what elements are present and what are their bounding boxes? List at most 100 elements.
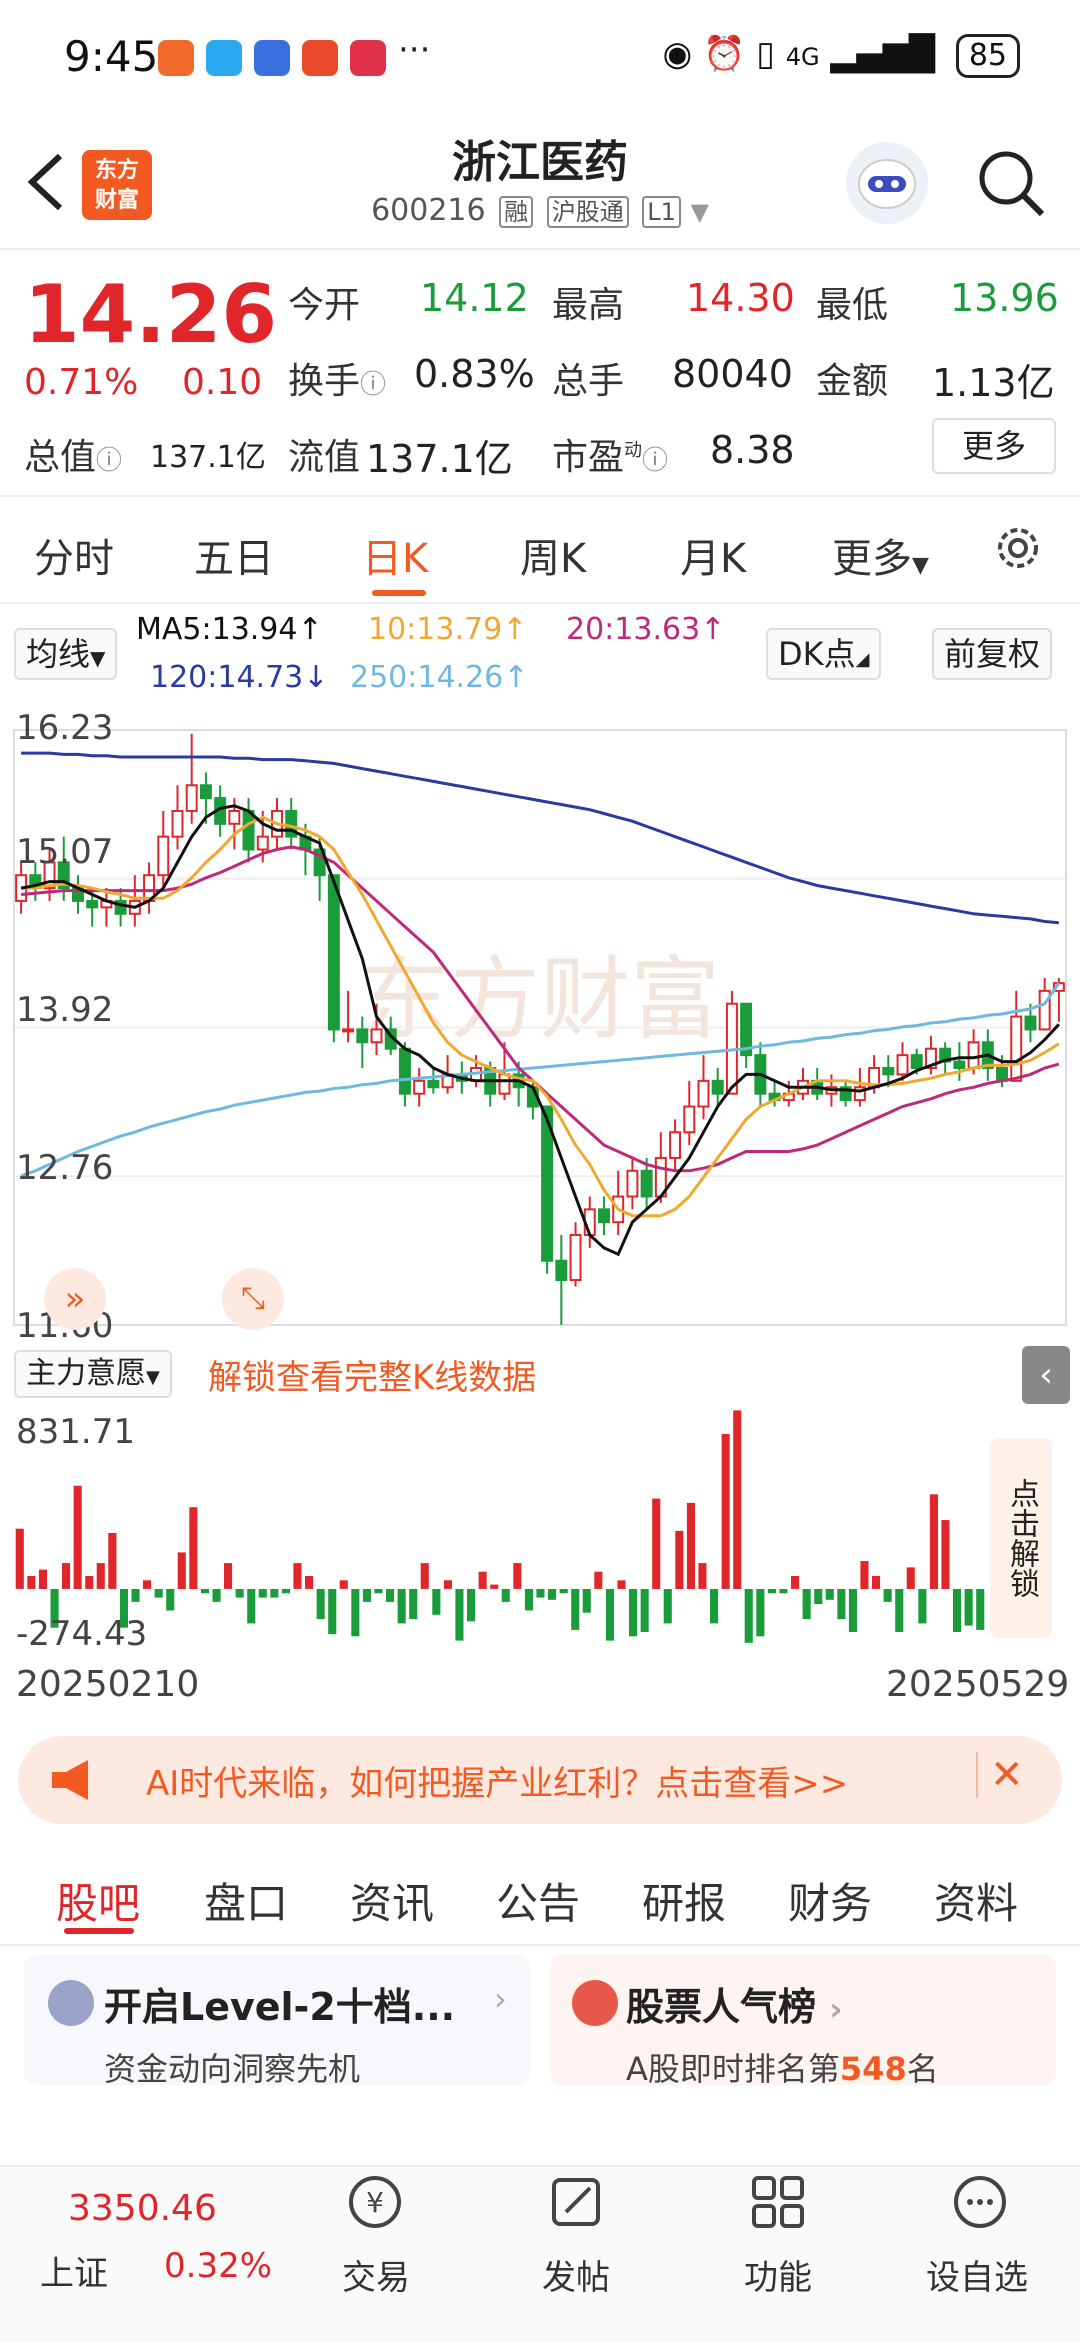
tab-weekly-k[interactable]: 周K (520, 526, 586, 584)
indicator-bar (686, 1502, 695, 1589)
candle-down (398, 1047, 411, 1095)
tab-pankou[interactable]: 盘口 (204, 1870, 288, 1931)
network-label: 4G (785, 43, 820, 71)
expand-left-icon[interactable]: » (44, 1268, 106, 1330)
level-tag: L1 (642, 196, 681, 228)
candle-up (413, 1079, 426, 1095)
collapse-arrow-icon[interactable]: ‹ (1022, 1346, 1070, 1404)
tab-announcement[interactable]: 公告 (496, 1870, 580, 1931)
pe-dynamic-mark: 动 (624, 440, 643, 461)
candle-up (669, 1131, 682, 1159)
fullscreen-icon[interactable]: ⤡ (222, 1268, 284, 1330)
hgt-tag: 沪股通 (546, 196, 629, 228)
tab-more[interactable]: 更多▼ (832, 526, 929, 584)
banner-divider (976, 1752, 978, 1798)
indicator-bar (166, 1589, 175, 1611)
stock-code: 600216 (371, 193, 486, 228)
indicator-bar (143, 1580, 152, 1589)
candle-up (896, 1054, 909, 1076)
indicator-bar (247, 1589, 256, 1624)
indicator-bar (328, 1589, 337, 1635)
pe-value: 8.38 (710, 428, 795, 472)
indicator-select[interactable]: 主力意愿▼ (14, 1350, 172, 1398)
high-value: 14.30 (686, 276, 795, 320)
more-quote-button[interactable]: 更多 (932, 418, 1056, 474)
indicator-chart[interactable] (0, 1404, 1080, 1654)
search-icon[interactable] (976, 148, 1046, 222)
indicator-bar (721, 1434, 730, 1589)
indicator-bar (767, 1589, 776, 1594)
info-icon[interactable]: ⓘ (96, 446, 122, 476)
indicator-bar (953, 1589, 962, 1632)
side-unlock-button[interactable]: 点击解锁 (990, 1438, 1052, 1638)
dropdown-icon: ▼ (912, 553, 929, 578)
turnover-value: 0.83% (414, 352, 535, 396)
level2-title: 开启Level-2十档... (104, 1985, 456, 2029)
unlock-kline-link[interactable]: 解锁查看完整K线数据 (208, 1350, 536, 1399)
banner-text[interactable]: AI时代来临，如何把握产业红利？点击查看>> (146, 1756, 848, 1805)
index-value[interactable]: 3350.46 (68, 2188, 217, 2229)
candle-down (910, 1054, 923, 1069)
nav-trade[interactable]: 交易 (342, 2250, 410, 2299)
indicator-bar (929, 1494, 938, 1589)
kline-chart[interactable]: 东方财富 (0, 700, 1080, 1350)
tab-daily-k[interactable]: 日K (362, 526, 428, 584)
candle-down (86, 899, 99, 909)
mktcap-value: 137.1亿 (150, 440, 266, 475)
candle-down (597, 1208, 610, 1224)
indicator-bar (478, 1571, 487, 1589)
candle-up (697, 1079, 710, 1108)
index-pct[interactable]: 0.32% (164, 2246, 272, 2286)
indicator-bar (316, 1589, 325, 1620)
function-icon[interactable] (748, 2172, 808, 2232)
info-icon[interactable]: ⓘ (642, 446, 668, 476)
indicator-bar (779, 1589, 788, 1594)
indicator-bar (710, 1589, 719, 1624)
close-icon[interactable]: ✕ (990, 1752, 1024, 1798)
tab-timeshare[interactable]: 分时 (34, 526, 114, 584)
tab-monthly-k[interactable]: 月K (680, 526, 746, 584)
y-tick-4: 12.76 (16, 1148, 114, 1188)
indicator-bar (420, 1563, 429, 1589)
popularity-title-text: 股票人气榜 (626, 1985, 817, 2029)
tab-profile[interactable]: 资料 (934, 1870, 1018, 1931)
dk-point-label: DK点 (778, 635, 856, 673)
gear-icon[interactable] (990, 520, 1046, 580)
battery-icon: 85 (955, 34, 1020, 78)
chevron-right-icon: › (829, 1990, 843, 2028)
indicator-bar (62, 1563, 71, 1589)
float-label: 流值 (288, 437, 361, 478)
tab-more-label: 更多 (832, 536, 912, 582)
indicator-bar (675, 1530, 684, 1589)
nav-post[interactable]: 发帖 (542, 2250, 610, 2299)
low-label: 最低 (816, 285, 889, 326)
dropdown-icon: ▼ (90, 646, 106, 670)
candle-up (256, 835, 269, 851)
tab-guba[interactable]: 股吧 (56, 1870, 140, 1931)
indicator-bar (108, 1533, 117, 1589)
info-icon[interactable]: ⓘ (360, 370, 386, 400)
indicator-bar (698, 1563, 707, 1589)
trade-icon[interactable]: ¥ (345, 2172, 405, 2232)
tab-research[interactable]: 研报 (642, 1870, 726, 1931)
rank-prefix: A股即时排名第 (626, 2050, 840, 2088)
watchlist-icon[interactable] (950, 2172, 1010, 2232)
indicator-y-top: 831.71 (16, 1412, 135, 1452)
robot-assistant-icon[interactable] (846, 142, 928, 224)
indicator-bar (663, 1589, 672, 1624)
eye-icon: ◉ (662, 34, 693, 74)
indicator-bar (235, 1589, 244, 1598)
adjust-mode-button[interactable]: 前复权 (932, 628, 1053, 680)
index-name[interactable]: 上证 (40, 2246, 108, 2295)
nav-function[interactable]: 功能 (744, 2250, 812, 2299)
post-icon[interactable] (546, 2172, 606, 2232)
tab-news[interactable]: 资讯 (350, 1870, 434, 1931)
tab-five-day[interactable]: 五日 (194, 526, 274, 584)
candle-up (569, 1234, 582, 1282)
nav-add-watchlist[interactable]: 设自选 (926, 2250, 1028, 2299)
ma-select[interactable]: 均线▼ (14, 628, 118, 680)
indicator-bar (629, 1589, 638, 1637)
indicator-bar (872, 1576, 881, 1589)
tab-finance[interactable]: 财务 (788, 1870, 872, 1931)
dk-point-button[interactable]: DK点◢ (766, 628, 882, 680)
